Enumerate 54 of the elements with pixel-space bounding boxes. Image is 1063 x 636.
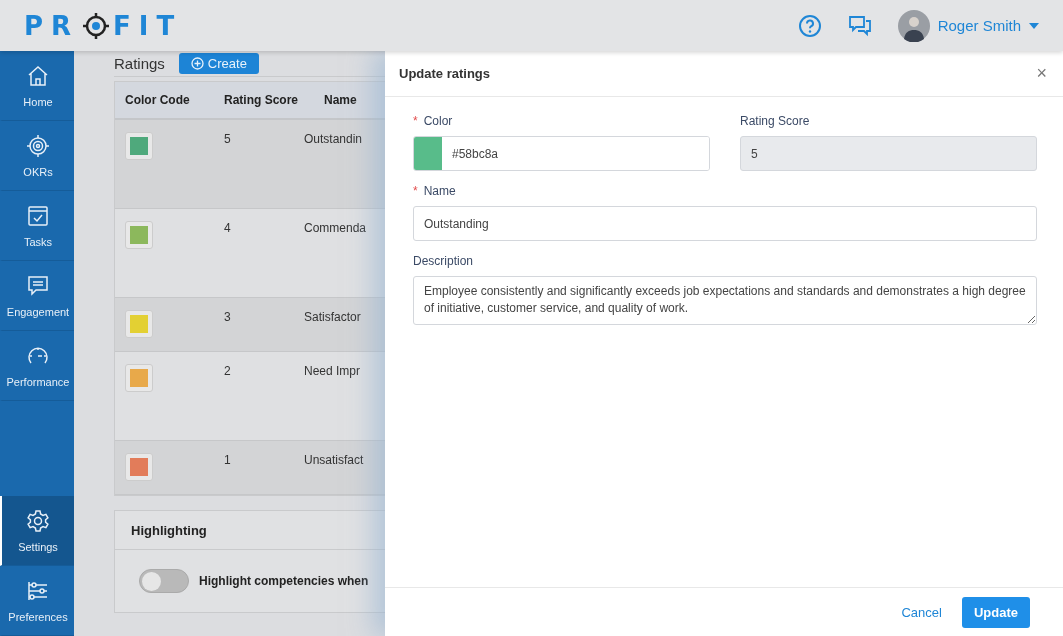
avatar [897,9,930,42]
sidebar-item[interactable]: Tasks [0,191,74,261]
field-label: Color [423,114,453,128]
sidebar-item[interactable]: Performance [0,331,74,401]
user-menu[interactable]: Roger Smith [897,9,1039,42]
name-field[interactable]: Outstanding [413,206,1037,241]
table-row[interactable]: 3 Satisfactor [115,298,385,352]
drawer-title: Update ratings [399,66,491,81]
create-button[interactable]: Create [178,53,259,74]
table-cell-text: Need Impr [303,364,362,378]
settings-icon [26,508,50,533]
section-title: Ratings [114,55,165,72]
column-header: Rating Score [223,93,299,107]
table-cell-text: Unsatisfact [303,453,365,467]
sidebar-item[interactable]: Preferences [0,566,74,636]
column-header: Name [323,93,358,107]
toggle-switch[interactable] [139,569,189,593]
plus-icon [190,57,204,70]
toggle-label: Highlight competencies when [199,574,369,588]
column-header: Color Code [124,93,191,107]
description-field[interactable]: Employee consistently and significantly exceeds job expectations and standards and demonstrates a high degree of initiative, customer service, and quality of work. [413,276,1037,325]
home-icon [26,63,50,88]
color-swatch [125,221,153,249]
field-label: Description [413,254,474,268]
card-title: Highlighting [131,522,207,538]
sidebar-item[interactable]: Settings [0,496,74,566]
update-button[interactable]: Update [961,596,1030,628]
caret-icon [1029,22,1039,29]
color-field[interactable]: #58bc8a [413,136,710,171]
field-label: Name [423,184,456,198]
table-cell-text: Satisfactor [303,310,362,324]
table-row[interactable]: 5 Outstandin [115,120,385,209]
close-button[interactable]: × [1034,63,1049,84]
sidebar-item[interactable]: Home [0,51,74,121]
color-swatch [125,453,153,481]
calendar-icon [26,203,50,228]
color-swatch [125,310,153,338]
target-icon [26,133,50,158]
sidebar-item[interactable]: Engagement [0,261,74,331]
cancel-button[interactable]: Cancel [897,600,946,624]
table-cell-text: Outstandin [303,132,364,146]
required-mark: * [413,114,418,128]
table-row[interactable]: 1 Unsatisfact [115,441,385,495]
help-icon[interactable] [797,13,822,38]
field-label: Rating Score [740,114,810,128]
table-cell-text: Commenda [303,221,368,235]
message-icon [26,273,50,298]
required-mark: * [413,184,418,198]
color-swatch [125,364,153,392]
sidebar-item[interactable]: OKRs [0,121,74,191]
target-icon [83,12,110,39]
logo: PR FIT [24,10,183,41]
chat-icon[interactable] [847,14,872,37]
color-swatch [125,132,153,160]
